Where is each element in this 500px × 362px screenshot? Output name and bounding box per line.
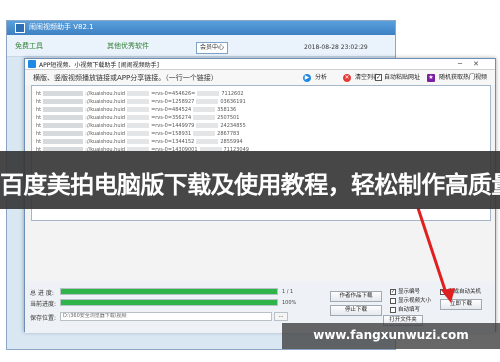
outer-titlebar: 闹闹视频助手 V82.1 — [7, 21, 395, 35]
show-number-checkbox[interactable]: ✓ 显示编号 — [390, 288, 420, 296]
total-progress-label: 总 进 度: — [30, 290, 54, 297]
analyze-icon: ▶ — [303, 74, 311, 82]
article-title-banner: 百度美拍电脑版下载及使用教程，轻松制作高质量短视频 — [0, 151, 500, 209]
minimize-button[interactable]: ─ — [453, 59, 467, 69]
inner-titlebar: APP短视频、小视频下载助手 [闹闹视频助手] ─ ✕ — [25, 59, 495, 70]
checkbox-checked-icon: ✓ — [375, 74, 382, 81]
auto-shutdown-checkbox[interactable]: 完成自动关机 — [440, 288, 481, 296]
clear-icon: ✕ — [343, 74, 351, 82]
save-location-label: 保存位置: — [30, 315, 57, 322]
auto-shutdown-label: 完成自动关机 — [448, 289, 482, 295]
show-number-label: 显示编号 — [398, 289, 421, 295]
link-toolbar: 横版、竖版视频播放链接或APP分享链接。（一行一个链接） ▶ 分析 ✕ 清空列表… — [25, 70, 495, 85]
url-row: ht://kuaishou.huid =rvs-0=454626= 7112602 — [36, 91, 244, 97]
banner-title-text: 百度美拍电脑版下载及使用教程，轻松制作高质量短视频 — [0, 171, 500, 199]
outer-window-title: 闹闹视频助手 V82.1 — [29, 23, 94, 31]
total-progress-bar — [60, 288, 278, 295]
show-size-checkbox[interactable]: 显示视频大小 — [390, 297, 431, 305]
analyze-label: 分析 — [315, 74, 328, 81]
member-center-button[interactable]: 会员中心 — [196, 42, 228, 54]
random-hot-video-label: 随机获取热门视频 — [439, 74, 488, 81]
url-row: ht://kuaishou.huid =rvs-0=1449979 24234855 — [36, 123, 246, 129]
url-row: ht://kuaishou.huid =rvs-0=356274 2507501 — [36, 115, 240, 121]
outer-datetime: 2018-08-28 23:02:29 — [304, 44, 368, 51]
download-now-button[interactable]: 立即下载 — [440, 299, 482, 310]
url-row: ht://kuaishou.huid =rvs-0=484524 358136 — [36, 107, 237, 113]
app-logo-icon — [15, 23, 25, 33]
random-hot-video-button[interactable]: ★ 随机获取热门视频 — [427, 72, 487, 83]
watermark: www.fangxunwuzi.com — [313, 328, 469, 342]
create-task-button[interactable]: 作者作品下载 — [330, 291, 382, 302]
download-app-icon — [28, 60, 36, 68]
current-progress-label: 当前进度: — [30, 301, 57, 308]
checkbox-empty-icon — [440, 289, 446, 295]
checkbox-empty-icon — [390, 298, 396, 304]
total-progress-fill — [61, 289, 277, 294]
checkbox-empty-icon — [390, 307, 396, 313]
current-progress-bar — [60, 299, 278, 306]
close-button[interactable]: ✕ — [469, 59, 483, 69]
auto-paste-label: 自动粘贴网址 — [384, 74, 421, 81]
current-progress-text: 100% — [282, 300, 297, 306]
url-row: ht://kuaishou.huid =rvs-0=1344152 2855994 — [36, 139, 243, 145]
menu-item-other-software[interactable]: 其他优秀软件 — [107, 41, 149, 51]
checkbox-checked-icon: ✓ — [390, 289, 396, 295]
url-row: ht://kuaishou.huid =rvs-0=158931 2867783 — [36, 131, 240, 137]
analyze-button[interactable]: ▶ 分析 — [303, 72, 327, 83]
link-input-hint: 横版、竖版视频播放链接或APP分享链接。（一行一个链接） — [33, 74, 218, 82]
current-progress-fill — [61, 300, 277, 305]
total-progress-text: 1 / 1 — [282, 289, 294, 295]
show-size-label: 显示视频大小 — [398, 298, 432, 304]
save-path-input[interactable]: D:\360安全浏览器下载\视频 — [60, 312, 272, 321]
auto-paste-checkbox[interactable]: ✓ 自动粘贴网址 — [375, 72, 420, 83]
auto-fill-checkbox[interactable]: 自动填写 — [390, 306, 420, 314]
stop-download-button[interactable]: 停止下载 — [330, 305, 382, 316]
clear-list-button[interactable]: ✕ 清空列表 — [343, 72, 379, 83]
url-row: ht://kuaishou.huid =rvs-0=1258927 03636191 — [36, 99, 246, 105]
star-icon: ★ — [427, 74, 435, 82]
auto-fill-label: 自动填写 — [398, 307, 421, 313]
menu-item-free-tools[interactable]: 免费工具 — [15, 41, 43, 51]
browse-folder-button[interactable]: ... — [274, 312, 288, 321]
screenshot-stage: 闹闹视频助手 V82.1 免费工具 其他优秀软件 会员中心 2018-08-28… — [0, 0, 500, 362]
inner-window-title: APP短视频、小视频下载助手 [闹闹视频助手] — [39, 62, 159, 69]
